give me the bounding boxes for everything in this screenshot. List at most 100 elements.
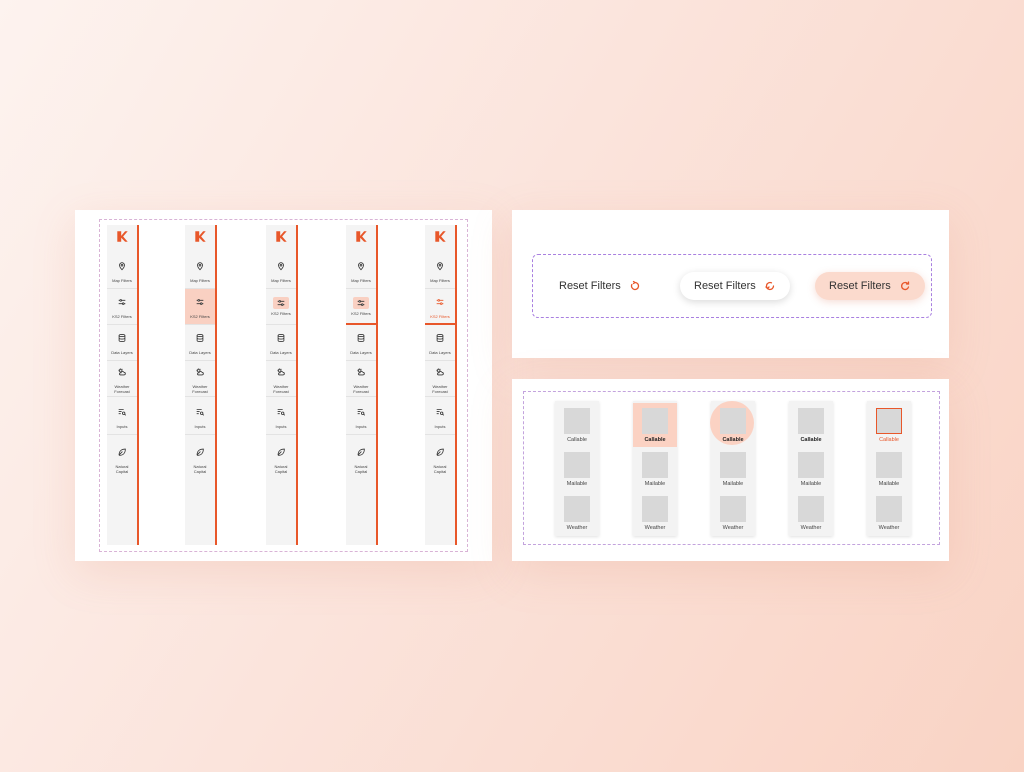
nav-item-ks2-filters[interactable]: KS2 Filters xyxy=(107,289,137,325)
item-thumbnail xyxy=(876,407,902,434)
item-label: Weather xyxy=(800,524,822,531)
map-pin-icon xyxy=(278,262,284,271)
nav-item-ks2-filters[interactable]: KS2 Filters xyxy=(425,289,455,325)
nav-icon-wrap xyxy=(195,258,205,276)
item-weather[interactable]: Weather xyxy=(711,491,755,535)
database-icon xyxy=(357,334,365,342)
nav-item-weather-forecast[interactable]: Weather Forecast xyxy=(425,361,455,397)
nav-label: Natural Capital xyxy=(193,464,207,474)
nav-item-natural-capital[interactable]: Natural Capital xyxy=(346,437,376,481)
nav-icon-wrap xyxy=(276,330,286,348)
nav-icon-wrap xyxy=(195,404,205,422)
item-mailable[interactable]: Mailable xyxy=(555,447,599,491)
item-callable[interactable]: Callable xyxy=(867,403,911,447)
nav-item-inputs[interactable]: Inputs xyxy=(185,399,215,435)
map-pin-icon xyxy=(119,262,125,271)
nav-label: Weather Forecast xyxy=(273,383,289,394)
reset-filters-button-hover[interactable]: Reset Filters xyxy=(680,272,790,300)
sidebar-state-line: Map Filters KS2 Filters Data Layers Weather… xyxy=(425,225,457,545)
nav-icon-wrap xyxy=(117,258,127,276)
nav-label: Inputs xyxy=(355,424,367,429)
item-weather[interactable]: Weather xyxy=(555,491,599,535)
item-callable[interactable]: Callable xyxy=(633,403,677,447)
item-weather[interactable]: Weather xyxy=(633,491,677,535)
item-thumbnail xyxy=(564,407,590,434)
item-mailable[interactable]: Mailable xyxy=(789,447,833,491)
nav-item-data-layers[interactable]: Data Layers xyxy=(266,325,296,361)
nav-item-data-layers[interactable]: Data Layers xyxy=(346,325,376,361)
nav-label: Map Filters xyxy=(430,278,450,283)
nav-item-ks2-filters[interactable]: KS2 Filters xyxy=(346,289,376,325)
item-thumbnail xyxy=(798,407,824,434)
reset-filters-label: Reset Filters xyxy=(559,280,621,292)
nav-item-inputs[interactable]: Inputs xyxy=(425,399,455,435)
item-label: Callable xyxy=(800,436,822,443)
nav-icon-wrap xyxy=(435,444,445,462)
nav-item-natural-capital[interactable]: Natural Capital xyxy=(185,437,215,481)
sidebar-default: Map Filters KS2 Filters Data Layers Weather… xyxy=(107,225,139,545)
item-mailable[interactable]: Mailable xyxy=(867,447,911,491)
nav-item-data-layers[interactable]: Data Layers xyxy=(185,325,215,361)
nav-item-weather-forecast[interactable]: Weather Forecast xyxy=(185,361,215,397)
nav-item-inputs[interactable]: Inputs xyxy=(266,399,296,435)
refresh-icon xyxy=(765,281,774,291)
item-callable[interactable]: Callable xyxy=(789,403,833,447)
nav-label: Map Filters xyxy=(351,278,371,283)
nav-item-map-filters[interactable]: Map Filters xyxy=(185,253,215,289)
weather-icon xyxy=(118,367,126,375)
list-search-icon xyxy=(196,409,205,416)
nav-item-map-filters[interactable]: Map Filters xyxy=(107,253,137,289)
item-mailable[interactable]: Mailable xyxy=(711,447,755,491)
item-label: Weather xyxy=(644,524,666,531)
nav-item-natural-capital[interactable]: Natural Capital xyxy=(107,437,137,481)
nav-label: KS2 Filters xyxy=(271,311,291,316)
nav-icon-wrap xyxy=(356,364,366,382)
reset-filters-button-default[interactable]: Reset Filters xyxy=(545,272,655,300)
item-weather[interactable]: Weather xyxy=(789,491,833,535)
item-weather[interactable]: Weather xyxy=(867,491,911,535)
nav-item-data-layers[interactable]: Data Layers xyxy=(425,325,455,361)
nav-item-map-filters[interactable]: Map Filters xyxy=(266,253,296,289)
nav-label: Weather Forecast xyxy=(192,383,208,394)
item-column: Callable Mailable Weather xyxy=(633,401,677,536)
nav-item-weather-forecast[interactable]: Weather Forecast xyxy=(346,361,376,397)
item-callable[interactable]: Callable xyxy=(710,401,755,447)
nav-item-weather-forecast[interactable]: Weather Forecast xyxy=(266,361,296,397)
item-mailable[interactable]: Mailable xyxy=(633,447,677,491)
nav-label: Data Layers xyxy=(429,350,451,355)
nav-item-natural-capital[interactable]: Natural Capital xyxy=(425,437,455,481)
item-thumbnail xyxy=(564,451,590,478)
nav-label: Natural Capital xyxy=(354,464,368,474)
nav-item-data-layers[interactable]: Data Layers xyxy=(107,325,137,361)
nav-item-ks2-filters[interactable]: KS2 Filters xyxy=(185,289,215,325)
app-logo-icon[interactable] xyxy=(275,230,288,243)
nav-icon-wrap xyxy=(435,294,445,312)
nav-icon-wrap xyxy=(195,444,205,462)
map-pin-icon xyxy=(197,262,203,271)
nav-item-map-filters[interactable]: Map Filters xyxy=(425,253,455,289)
app-logo-icon[interactable] xyxy=(194,230,207,243)
nav-item-weather-forecast[interactable]: Weather Forecast xyxy=(107,361,137,397)
item-label: Callable xyxy=(567,436,587,443)
nav-label: Natural Capital xyxy=(115,464,129,474)
nav-item-inputs[interactable]: Inputs xyxy=(107,399,137,435)
reset-filters-button-pressed[interactable]: Reset Filters xyxy=(815,272,925,300)
nav-item-inputs[interactable]: Inputs xyxy=(346,399,376,435)
item-callable[interactable]: Callable xyxy=(555,403,599,447)
nav-item-natural-capital[interactable]: Natural Capital xyxy=(266,437,296,481)
nav-item-map-filters[interactable]: Map Filters xyxy=(346,253,376,289)
nav-icon-wrap xyxy=(276,404,286,422)
item-thumbnail xyxy=(720,407,746,434)
app-logo-icon[interactable] xyxy=(355,230,368,243)
app-logo-icon[interactable] xyxy=(116,230,129,243)
leaf-icon xyxy=(118,448,126,456)
nav-label: Data Layers xyxy=(189,350,211,355)
sliders-icon xyxy=(436,298,444,305)
sliders-icon xyxy=(118,299,126,305)
database-icon xyxy=(277,334,285,342)
nav-item-ks2-filters[interactable]: KS2 Filters xyxy=(266,289,296,325)
app-logo-icon[interactable] xyxy=(434,230,447,243)
nav-icon-wrap xyxy=(435,258,445,276)
item-label: Mailable xyxy=(878,480,900,487)
item-label: Callable xyxy=(879,436,899,443)
